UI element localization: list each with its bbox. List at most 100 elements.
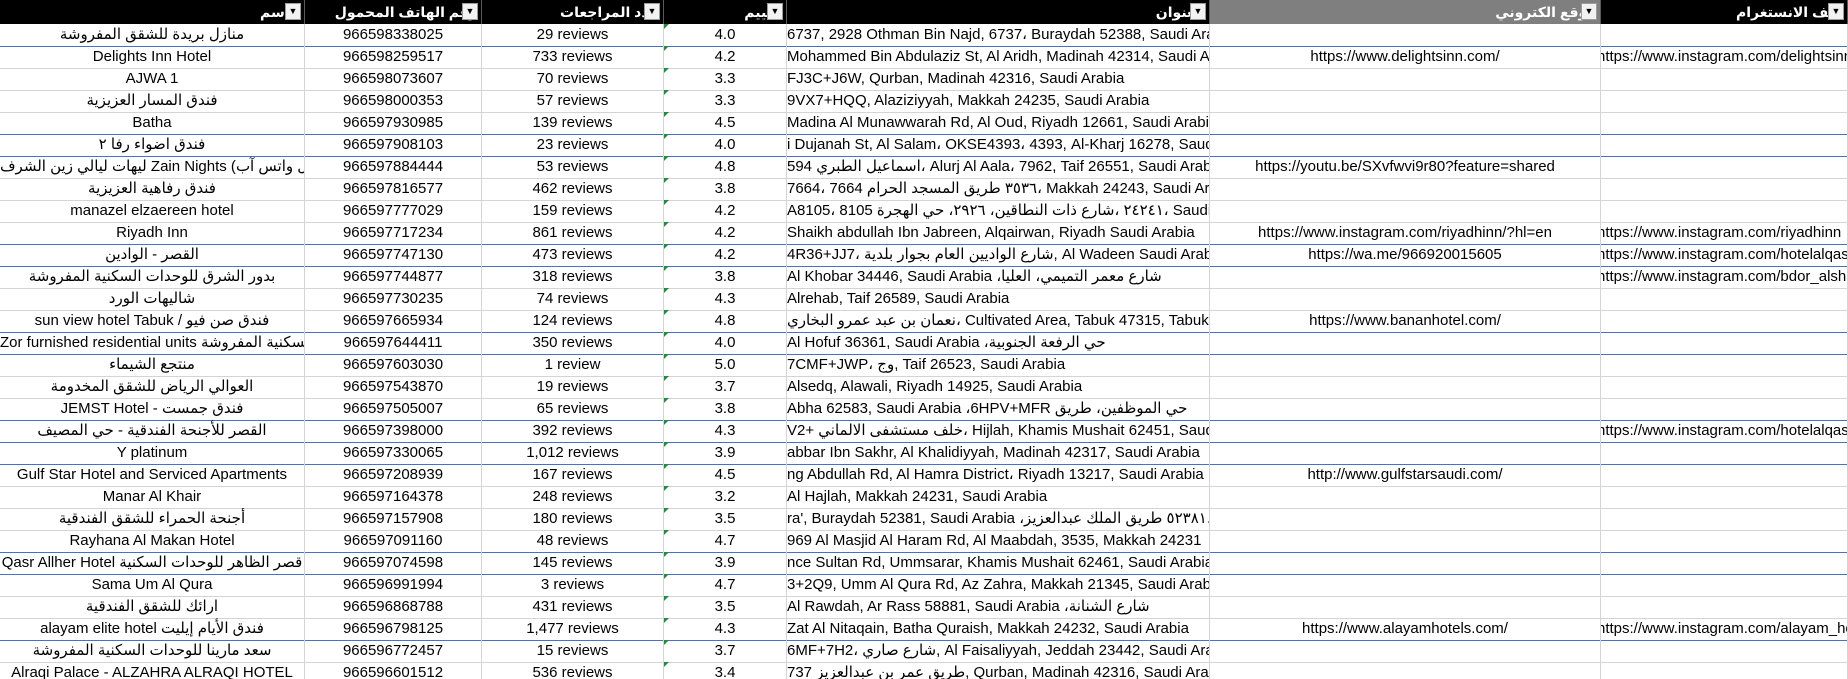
cell-address[interactable]: Mohammed Bin Abdulaziz St, Al Aridh, Mad… <box>787 46 1210 68</box>
cell-name[interactable]: Y platinum <box>0 442 305 464</box>
header-name[interactable]: الاسم ▼ <box>0 0 305 24</box>
cell-phone[interactable]: 966597074598 <box>305 552 482 574</box>
cell-rating[interactable]: 5.0 <box>664 354 787 376</box>
header-website[interactable]: موقع الكتروني ▼ <box>1210 0 1601 24</box>
cell-website[interactable] <box>1210 288 1601 310</box>
cell-reviews[interactable]: 167 reviews <box>482 464 664 486</box>
cell-address[interactable]: Alrehab, Taif 26589, Saudi Arabia <box>787 288 1210 310</box>
cell-reviews[interactable]: 19 reviews <box>482 376 664 398</box>
cell-name[interactable]: JEMST Hotel - فندق جمست <box>0 398 305 420</box>
header-address[interactable]: العنوان ▼ <box>787 0 1210 24</box>
cell-reviews[interactable]: 1,012 reviews <box>482 442 664 464</box>
cell-instagram[interactable] <box>1601 464 1848 486</box>
cell-phone[interactable]: 966598338025 <box>305 24 482 46</box>
cell-address[interactable]: Zat Al Nitaqain, Batha Quraish, Makkah 2… <box>787 618 1210 640</box>
cell-phone[interactable]: 966598259517 <box>305 46 482 68</box>
cell-phone[interactable]: 966597603030 <box>305 354 482 376</box>
cell-reviews[interactable]: 3 reviews <box>482 574 664 596</box>
cell-reviews[interactable]: 1 review <box>482 354 664 376</box>
cell-instagram[interactable] <box>1601 442 1848 464</box>
cell-website[interactable] <box>1210 68 1601 90</box>
cell-reviews[interactable]: 48 reviews <box>482 530 664 552</box>
cell-name[interactable]: sun view hotel Tabuk / فندق صن فيو <box>0 310 305 332</box>
cell-name[interactable]: سعد مارينا للوحدات السكنية المفروشة <box>0 640 305 662</box>
cell-rating[interactable]: 4.2 <box>664 222 787 244</box>
cell-rating[interactable]: 3.5 <box>664 508 787 530</box>
cell-rating[interactable]: 4.8 <box>664 310 787 332</box>
cell-website[interactable]: http://www.gulfstarsaudi.com/ <box>1210 464 1601 486</box>
cell-phone[interactable]: 966598073607 <box>305 68 482 90</box>
cell-website[interactable] <box>1210 398 1601 420</box>
cell-rating[interactable]: 4.2 <box>664 46 787 68</box>
cell-website[interactable] <box>1210 112 1601 134</box>
cell-website[interactable] <box>1210 640 1601 662</box>
cell-website[interactable] <box>1210 508 1601 530</box>
cell-name[interactable]: أجنحة الحمراء للشقق الفندقية <box>0 508 305 530</box>
cell-phone[interactable]: 966596601512 <box>305 662 482 679</box>
cell-phone[interactable]: 966597816577 <box>305 178 482 200</box>
cell-phone[interactable]: 966596868788 <box>305 596 482 618</box>
cell-phone[interactable]: 966597717234 <box>305 222 482 244</box>
filter-dropdown-icon[interactable]: ▼ <box>285 3 301 20</box>
cell-rating[interactable]: 4.5 <box>664 112 787 134</box>
cell-reviews[interactable]: 53 reviews <box>482 156 664 178</box>
cell-website[interactable] <box>1210 596 1601 618</box>
cell-reviews[interactable]: 145 reviews <box>482 552 664 574</box>
cell-address[interactable]: Al Hofuf 36361, Saudi Arabia ،حي الرفعة … <box>787 332 1210 354</box>
cell-name[interactable]: Alraqi Palace - ALZAHRA ALRAQI HOTEL <box>0 662 305 679</box>
cell-website[interactable]: https://wa.me/966920015605 <box>1210 244 1601 266</box>
cell-website[interactable] <box>1210 24 1601 46</box>
cell-instagram[interactable] <box>1601 596 1848 618</box>
header-instagram[interactable]: ملف الانستغرام ▼ <box>1601 0 1848 24</box>
cell-reviews[interactable]: 65 reviews <box>482 398 664 420</box>
cell-address[interactable]: ng Abdullah Rd, Al Hamra District، Riyad… <box>787 464 1210 486</box>
cell-name[interactable]: فندق رفاهية العزيزية <box>0 178 305 200</box>
cell-website[interactable]: https://www.alayamhotels.com/ <box>1210 618 1601 640</box>
cell-address[interactable]: Al Rawdah, Ar Rass 58881, Saudi Arabia ،… <box>787 596 1210 618</box>
cell-website[interactable] <box>1210 376 1601 398</box>
cell-phone[interactable]: 966597157908 <box>305 508 482 530</box>
cell-rating[interactable]: 3.3 <box>664 90 787 112</box>
cell-address[interactable]: V2+ خلف مستشفى الالماني، Hijlah, Khamis … <box>787 420 1210 442</box>
cell-phone[interactable]: 966597398000 <box>305 420 482 442</box>
cell-instagram[interactable] <box>1601 640 1848 662</box>
cell-name[interactable]: Gulf Star Hotel and Serviced Apartments <box>0 464 305 486</box>
cell-name[interactable]: Riyadh Inn <box>0 222 305 244</box>
cell-reviews[interactable]: 473 reviews <box>482 244 664 266</box>
cell-rating[interactable]: 4.7 <box>664 574 787 596</box>
cell-reviews[interactable]: 74 reviews <box>482 288 664 310</box>
cell-address[interactable]: 6MF+7H2، شارع صاري, Al Faisaliyyah, Jedd… <box>787 640 1210 662</box>
cell-website[interactable] <box>1210 332 1601 354</box>
cell-instagram[interactable] <box>1601 376 1848 398</box>
cell-name[interactable]: العوالي الرياض للشقق المخدومة <box>0 376 305 398</box>
cell-name[interactable]: Rayhana Al Makan Hotel <box>0 530 305 552</box>
cell-reviews[interactable]: 248 reviews <box>482 486 664 508</box>
cell-name[interactable]: شاليهات الورد <box>0 288 305 310</box>
cell-reviews[interactable]: 350 reviews <box>482 332 664 354</box>
cell-address[interactable]: Shaikh abdullah Ibn Jabreen, Alqairwan, … <box>787 222 1210 244</box>
cell-address[interactable]: Al Hajlah, Makkah 24231, Saudi Arabia <box>787 486 1210 508</box>
filter-dropdown-icon[interactable]: ▼ <box>644 3 660 20</box>
cell-instagram[interactable] <box>1601 112 1848 134</box>
cell-website[interactable] <box>1210 662 1601 679</box>
filter-dropdown-icon[interactable]: ▼ <box>767 3 783 20</box>
cell-phone[interactable]: 966597665934 <box>305 310 482 332</box>
cell-instagram[interactable] <box>1601 24 1848 46</box>
cell-rating[interactable]: 3.9 <box>664 442 787 464</box>
cell-reviews[interactable]: 861 reviews <box>482 222 664 244</box>
cell-website[interactable] <box>1210 420 1601 442</box>
cell-website[interactable] <box>1210 442 1601 464</box>
cell-address[interactable]: 969 Al Masjid Al Haram Rd, Al Maabdah, 3… <box>787 530 1210 552</box>
cell-rating[interactable]: 4.7 <box>664 530 787 552</box>
cell-instagram[interactable] <box>1601 134 1848 156</box>
cell-reviews[interactable]: 1,477 reviews <box>482 618 664 640</box>
cell-website[interactable] <box>1210 178 1601 200</box>
cell-name[interactable]: ارائك للشقق الفندقية <box>0 596 305 618</box>
cell-reviews[interactable]: 733 reviews <box>482 46 664 68</box>
cell-instagram[interactable] <box>1601 178 1848 200</box>
cell-address[interactable]: 4R36+JJ7، شارع الواديين العام بجوار بلدي… <box>787 244 1210 266</box>
cell-rating[interactable]: 3.7 <box>664 640 787 662</box>
cell-name[interactable]: Batha <box>0 112 305 134</box>
cell-phone[interactable]: 966597330065 <box>305 442 482 464</box>
cell-reviews[interactable]: 124 reviews <box>482 310 664 332</box>
